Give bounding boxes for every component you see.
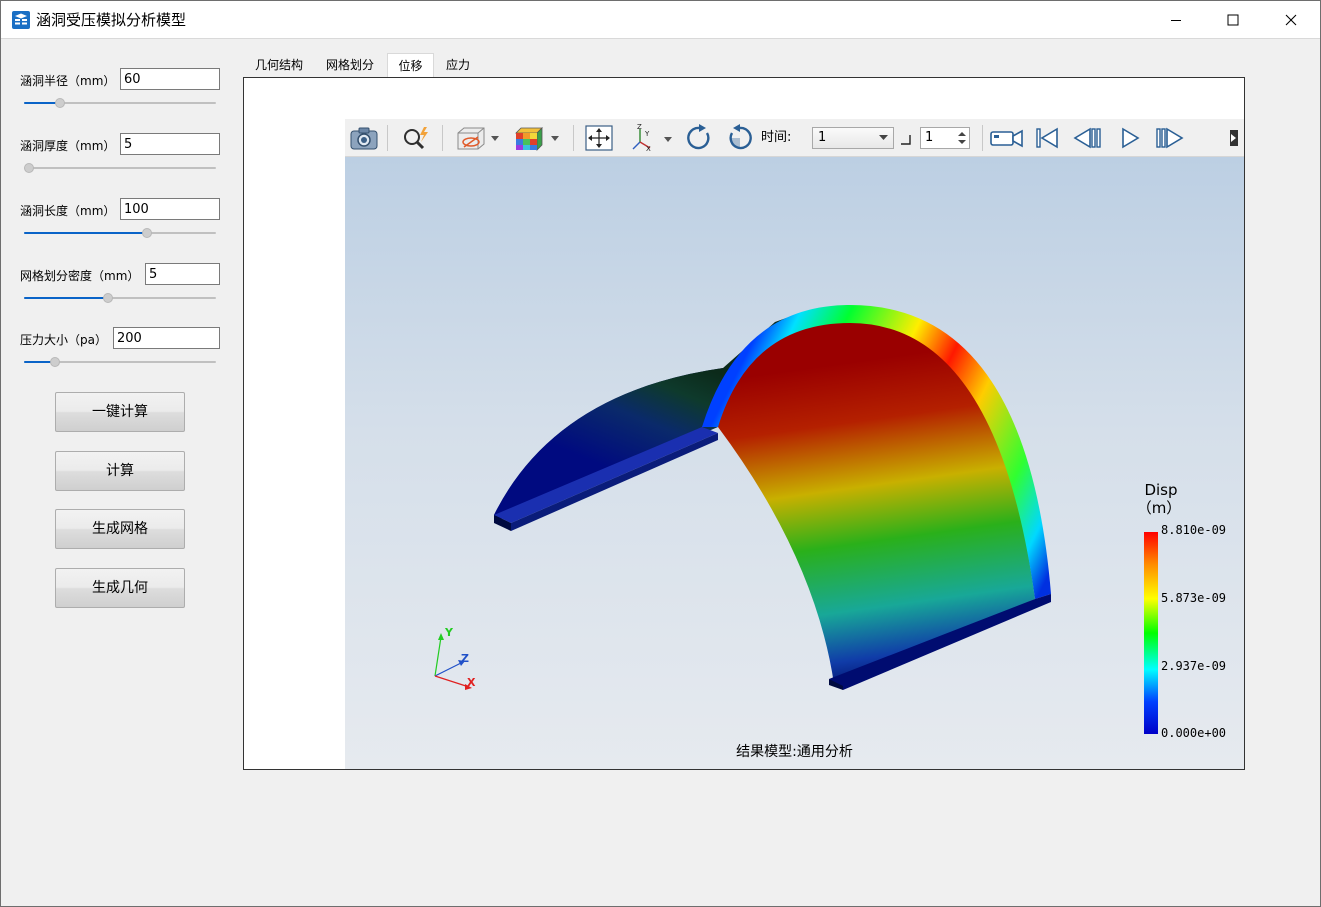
skip-start-icon bbox=[1036, 127, 1058, 149]
svg-text:X: X bbox=[646, 145, 651, 152]
viewer-toolbar: Z Y X 时间: 1 1 bbox=[345, 119, 1244, 157]
play-button[interactable] bbox=[1115, 123, 1145, 153]
legend-value-3: 2.937e-09 bbox=[1161, 659, 1227, 673]
slider-thumb[interactable] bbox=[142, 228, 152, 238]
toolbar-overflow-icon bbox=[1230, 130, 1238, 146]
x-axis-label: X bbox=[467, 676, 476, 689]
video-camera-icon bbox=[990, 129, 1023, 148]
result-caption: 结果模型:通用分析 bbox=[736, 744, 853, 760]
z-axis-label: Z bbox=[461, 652, 469, 665]
play-icon bbox=[1122, 127, 1140, 149]
axes-orientation-icon: Z Y X bbox=[632, 124, 672, 152]
mesh-density-label: 网格划分密度（mm） bbox=[20, 269, 140, 283]
svg-text:Y: Y bbox=[644, 130, 650, 138]
chevron-down-icon bbox=[879, 135, 888, 140]
app-window: 涵洞受压模拟分析模型 涵洞半径（mm） 涵洞厚度（mm） 涵洞长度（mm） 网格… bbox=[0, 0, 1321, 907]
step-spinbox-value: 1 bbox=[925, 130, 934, 145]
fit-view-button[interactable] bbox=[583, 123, 615, 153]
radius-label: 涵洞半径（mm） bbox=[20, 74, 116, 88]
thickness-label: 涵洞厚度（mm） bbox=[20, 139, 116, 153]
svg-text:Z: Z bbox=[637, 124, 642, 131]
record-video-button[interactable] bbox=[989, 123, 1025, 153]
color-cube-icon bbox=[515, 127, 559, 151]
legend-color-bar bbox=[1144, 532, 1158, 734]
color-map-button[interactable] bbox=[511, 123, 563, 153]
minimize-button[interactable] bbox=[1147, 1, 1205, 38]
legend-value-2: 5.873e-09 bbox=[1161, 591, 1227, 605]
render-scene: Y Z X Disp （m） 8.810e-09 5.873e-09 2.937… bbox=[345, 157, 1244, 769]
slider-thumb[interactable] bbox=[103, 293, 113, 303]
radius-slider[interactable] bbox=[24, 97, 216, 109]
tab-stress[interactable]: 应力 bbox=[438, 53, 478, 78]
time-label: 时间: bbox=[761, 130, 792, 145]
legend-unit: （m） bbox=[1136, 499, 1182, 517]
slider-thumb[interactable] bbox=[24, 163, 34, 173]
spin-arrows-icon[interactable] bbox=[958, 131, 966, 145]
legend-value-min: 0.000e+00 bbox=[1161, 726, 1227, 740]
generate-geometry-button[interactable]: 生成几何 bbox=[55, 568, 185, 608]
length-input[interactable] bbox=[120, 198, 220, 220]
view-axis-button[interactable]: Z Y X bbox=[627, 123, 675, 153]
step-spinbox[interactable]: 1 bbox=[920, 127, 970, 149]
camera-icon bbox=[350, 127, 378, 150]
tab-mesh[interactable]: 网格划分 bbox=[317, 53, 383, 78]
pressure-slider[interactable] bbox=[24, 356, 216, 368]
hide-show-icon bbox=[457, 127, 499, 150]
magnifier-icon bbox=[404, 127, 428, 150]
next-frame-button[interactable] bbox=[1155, 123, 1185, 153]
step-forward-icon bbox=[1156, 127, 1184, 149]
slider-thumb[interactable] bbox=[55, 98, 65, 108]
compute-button[interactable]: 计算 bbox=[55, 451, 185, 491]
result-viewer: Z Y X 时间: 1 1 Y Z X Disp （m） 8.810e-09 5… bbox=[345, 119, 1244, 769]
maximize-button[interactable] bbox=[1204, 1, 1262, 38]
legend-title: Disp bbox=[1144, 481, 1178, 499]
rotate-counterclockwise-icon bbox=[729, 124, 752, 150]
step-corner-icon bbox=[901, 135, 911, 145]
tab-geometry[interactable]: 几何结构 bbox=[247, 53, 311, 78]
display-mode-button[interactable] bbox=[453, 123, 503, 153]
fit-view-icon bbox=[585, 125, 613, 151]
app-logo-icon bbox=[12, 11, 30, 29]
slider-thumb[interactable] bbox=[50, 357, 60, 367]
time-select[interactable]: 1 bbox=[812, 127, 894, 149]
step-back-icon bbox=[1073, 127, 1101, 149]
rotate-ccw-button[interactable] bbox=[724, 123, 756, 153]
minimize-icon bbox=[1171, 19, 1181, 21]
thickness-slider[interactable] bbox=[24, 162, 216, 174]
rotate-clockwise-icon bbox=[687, 124, 710, 150]
radius-input[interactable] bbox=[120, 68, 220, 90]
previous-frame-button[interactable] bbox=[1072, 123, 1102, 153]
mesh-density-input[interactable] bbox=[145, 263, 220, 285]
thickness-input[interactable] bbox=[120, 133, 220, 155]
tab-displacement[interactable]: 位移 bbox=[387, 53, 434, 79]
axes-triad-icon bbox=[434, 633, 472, 690]
time-select-value: 1 bbox=[818, 130, 827, 145]
first-frame-button[interactable] bbox=[1032, 123, 1062, 153]
screenshot-button[interactable] bbox=[348, 123, 380, 153]
maximize-icon bbox=[1227, 14, 1239, 25]
zoom-fit-button[interactable] bbox=[399, 123, 433, 153]
generate-mesh-button[interactable]: 生成网格 bbox=[55, 509, 185, 549]
one-click-compute-button[interactable]: 一键计算 bbox=[55, 392, 185, 432]
window-title: 涵洞受压模拟分析模型 bbox=[36, 11, 187, 29]
pressure-label: 压力大小（pa） bbox=[20, 333, 107, 347]
title-divider bbox=[1, 38, 1320, 39]
pressure-input[interactable] bbox=[113, 327, 220, 349]
toolbar-extension-button[interactable] bbox=[1225, 123, 1241, 153]
length-slider[interactable] bbox=[24, 227, 216, 239]
y-axis-label: Y bbox=[445, 626, 453, 639]
length-label: 涵洞长度（mm） bbox=[20, 204, 116, 218]
title-bar: 涵洞受压模拟分析模型 bbox=[1, 1, 1320, 38]
close-button[interactable] bbox=[1262, 1, 1320, 38]
close-icon bbox=[1285, 14, 1297, 25]
rotate-cw-button[interactable] bbox=[683, 123, 715, 153]
legend-value-max: 8.810e-09 bbox=[1161, 523, 1227, 537]
mesh-density-slider[interactable] bbox=[24, 292, 216, 304]
